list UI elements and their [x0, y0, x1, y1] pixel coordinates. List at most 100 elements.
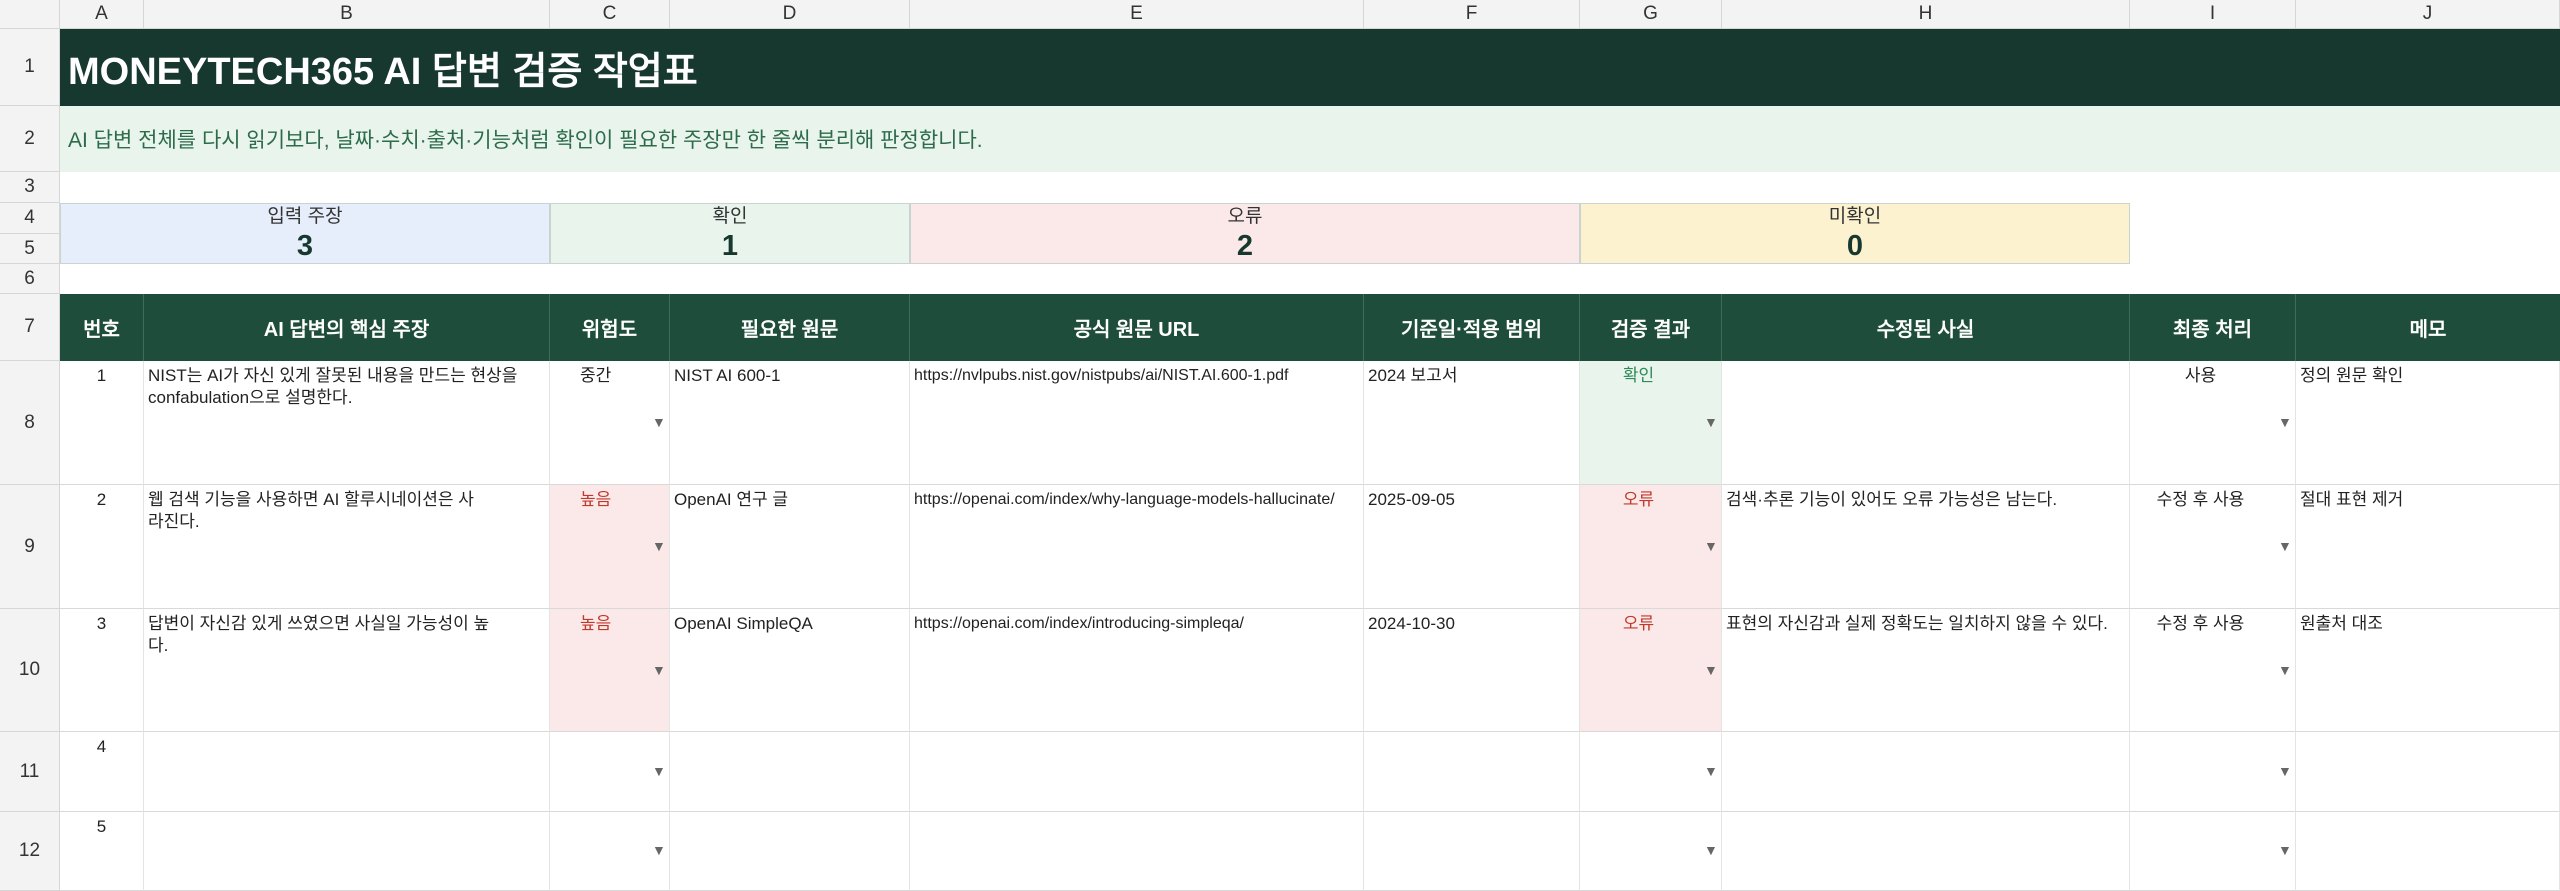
sheet-title[interactable]: MONEYTECH365 AI 답변 검증 작업표 — [60, 29, 2560, 106]
cell-number[interactable]: 1 — [60, 361, 144, 485]
cell-number[interactable]: 5 — [60, 812, 144, 891]
dropdown-arrow-icon[interactable]: ▼ — [1704, 842, 1718, 858]
cell-action[interactable] — [2130, 812, 2296, 891]
cell-claim[interactable] — [144, 732, 550, 812]
cell-action[interactable]: 수정 후 사용 — [2130, 609, 2296, 732]
cell-fact[interactable]: 표현의 자신감과 실제 정확도는 일치하지 않을 수 있다. — [1722, 609, 2130, 732]
cell-memo[interactable]: 원출처 대조 — [2296, 609, 2560, 732]
row-header-5[interactable]: 5 — [0, 234, 60, 264]
kpi-confirmed[interactable]: 확인 1 — [550, 203, 910, 264]
col-header-b[interactable]: B — [144, 0, 550, 29]
col-header-f[interactable]: F — [1364, 0, 1580, 29]
col-header-h[interactable]: H — [1722, 0, 2130, 29]
header-memo[interactable]: 메모 — [2296, 294, 2560, 361]
cell-scope[interactable]: 2025-09-05 — [1364, 485, 1580, 609]
cell-url[interactable] — [910, 732, 1364, 812]
cell-result[interactable]: 오류 — [1580, 609, 1722, 732]
cell-number[interactable]: 2 — [60, 485, 144, 609]
risk-value: 높음 — [580, 614, 612, 633]
col-header-d[interactable]: D — [670, 0, 910, 29]
cell-fact[interactable] — [1722, 812, 2130, 891]
cell-fact[interactable] — [1722, 732, 2130, 812]
dropdown-arrow-icon[interactable]: ▼ — [652, 842, 666, 858]
dropdown-arrow-icon[interactable]: ▼ — [652, 763, 666, 779]
cell-claim[interactable]: 답변이 자신감 있게 쓰였으면 사실일 가능성이 높다. — [144, 609, 550, 732]
col-header-c[interactable]: C — [550, 0, 670, 29]
cell-scope[interactable] — [1364, 732, 1580, 812]
cell-url[interactable]: https://nvlpubs.nist.gov/nistpubs/ai/NIS… — [910, 361, 1364, 485]
cell-source[interactable] — [670, 812, 910, 891]
col-header-g[interactable]: G — [1580, 0, 1722, 29]
header-source[interactable]: 필요한 원문 — [670, 294, 910, 361]
row-header-6[interactable]: 6 — [0, 264, 60, 294]
cell-memo[interactable]: 정의 원문 확인 — [2296, 361, 2560, 485]
cell-action[interactable]: 사용 — [2130, 361, 2296, 485]
row-header-2[interactable]: 2 — [0, 106, 60, 172]
header-fact[interactable]: 수정된 사실 — [1722, 294, 2130, 361]
cell-result[interactable] — [1580, 732, 1722, 812]
dropdown-arrow-icon[interactable]: ▼ — [1704, 763, 1718, 779]
dropdown-arrow-icon[interactable]: ▼ — [2278, 538, 2292, 554]
cell-url[interactable]: https://openai.com/index/why-language-mo… — [910, 485, 1364, 609]
header-url[interactable]: 공식 원문 URL — [910, 294, 1364, 361]
dropdown-arrow-icon[interactable]: ▼ — [1704, 662, 1718, 678]
cell-source[interactable]: OpenAI 연구 글 — [670, 485, 910, 609]
cell-number[interactable]: 4 — [60, 732, 144, 812]
col-header-j[interactable]: J — [2296, 0, 2560, 29]
header-scope[interactable]: 기준일·적용 범위 — [1364, 294, 1580, 361]
dropdown-arrow-icon[interactable]: ▼ — [652, 538, 666, 554]
sheet-subtitle[interactable]: AI 답변 전체를 다시 읽기보다, 날짜·수치·출처·기능처럼 확인이 필요한… — [60, 106, 2560, 172]
cell-claim[interactable]: NIST는 AI가 자신 있게 잘못된 내용을 만드는 현상을 confabul… — [144, 361, 550, 485]
col-header-a[interactable]: A — [60, 0, 144, 29]
header-result[interactable]: 검증 결과 — [1580, 294, 1722, 361]
row-header-1[interactable]: 1 — [0, 29, 60, 106]
row-header-10[interactable]: 10 — [0, 609, 60, 732]
dropdown-arrow-icon[interactable]: ▼ — [2278, 662, 2292, 678]
select-all-corner[interactable] — [0, 0, 60, 29]
cell-fact[interactable] — [1722, 361, 2130, 485]
cell-url[interactable] — [910, 812, 1364, 891]
cell-source[interactable]: OpenAI SimpleQA — [670, 609, 910, 732]
cell-result[interactable] — [1580, 812, 1722, 891]
cell-memo[interactable] — [2296, 812, 2560, 891]
row-header-3[interactable]: 3 — [0, 172, 60, 203]
cell-claim[interactable] — [144, 812, 550, 891]
header-claim[interactable]: AI 답변의 핵심 주장 — [144, 294, 550, 361]
cell-action[interactable] — [2130, 732, 2296, 812]
header-risk[interactable]: 위험도 — [550, 294, 670, 361]
kpi-unverified[interactable]: 미확인 0 — [1580, 203, 2130, 264]
cell-number[interactable]: 3 — [60, 609, 144, 732]
cell-scope[interactable]: 2024-10-30 — [1364, 609, 1580, 732]
cell-result[interactable]: 오류 — [1580, 485, 1722, 609]
cell-claim[interactable]: 웹 검색 기능을 사용하면 AI 할루시네이션은 사라진다. — [144, 485, 550, 609]
cell-url[interactable]: https://openai.com/index/introducing-sim… — [910, 609, 1364, 732]
row-header-7[interactable]: 7 — [0, 294, 60, 361]
row-header-8[interactable]: 8 — [0, 361, 60, 485]
row-header-12[interactable]: 12 — [0, 812, 60, 891]
cell-scope[interactable] — [1364, 812, 1580, 891]
dropdown-arrow-icon[interactable]: ▼ — [652, 662, 666, 678]
dropdown-arrow-icon[interactable]: ▼ — [1704, 414, 1718, 430]
header-action[interactable]: 최종 처리 — [2130, 294, 2296, 361]
row-header-11[interactable]: 11 — [0, 732, 60, 812]
dropdown-arrow-icon[interactable]: ▼ — [2278, 763, 2292, 779]
cell-source[interactable]: NIST AI 600-1 — [670, 361, 910, 485]
row-header-4[interactable]: 4 — [0, 203, 60, 234]
cell-memo[interactable] — [2296, 732, 2560, 812]
cell-source[interactable] — [670, 732, 910, 812]
cell-result[interactable]: 확인 — [1580, 361, 1722, 485]
kpi-input-claims[interactable]: 입력 주장 3 — [60, 203, 550, 264]
col-header-i[interactable]: I — [2130, 0, 2296, 29]
cell-memo[interactable]: 절대 표현 제거 — [2296, 485, 2560, 609]
row-header-9[interactable]: 9 — [0, 485, 60, 609]
dropdown-arrow-icon[interactable]: ▼ — [2278, 414, 2292, 430]
col-header-e[interactable]: E — [910, 0, 1364, 29]
header-number[interactable]: 번호 — [60, 294, 144, 361]
kpi-errors[interactable]: 오류 2 — [910, 203, 1580, 264]
dropdown-arrow-icon[interactable]: ▼ — [1704, 538, 1718, 554]
dropdown-arrow-icon[interactable]: ▼ — [2278, 842, 2292, 858]
cell-scope[interactable]: 2024 보고서 — [1364, 361, 1580, 485]
cell-action[interactable]: 수정 후 사용 — [2130, 485, 2296, 609]
dropdown-arrow-icon[interactable]: ▼ — [652, 414, 666, 430]
cell-fact[interactable]: 검색·추론 기능이 있어도 오류 가능성은 남는다. — [1722, 485, 2130, 609]
